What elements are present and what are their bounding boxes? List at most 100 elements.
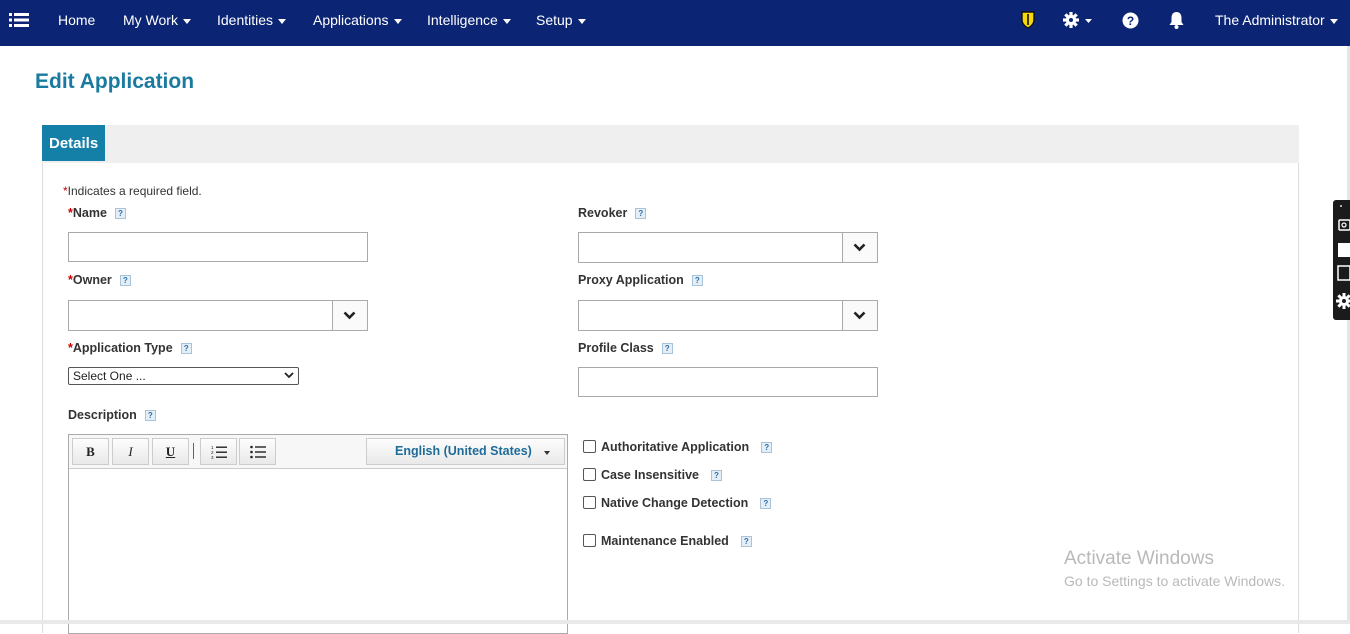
horizontal-scrollbar[interactable] [0,620,1350,624]
maintenance-enabled-checkbox[interactable]: Maintenance Enabled? [583,534,752,548]
side-toolbar [1333,200,1350,320]
owner-dropdown-button[interactable] [332,301,367,330]
nav-setup-label: Setup [536,12,573,28]
user-name: The Administrator [1215,12,1325,28]
tab-details[interactable]: Details [42,125,105,161]
chevron-down-icon [544,451,550,455]
bell-icon[interactable] [1168,11,1185,35]
help-icon[interactable]: ? [760,498,771,509]
language-selected: English (United States) [395,444,532,458]
activation-watermark-title: Activate Windows [1064,548,1214,570]
proxy-application-label-text: Proxy Application [578,273,684,287]
user-menu[interactable]: The Administrator [1215,12,1338,28]
description-label: Description? [68,408,156,422]
revoker-combo [578,232,878,263]
nav-intelligence[interactable]: Intelligence [427,12,511,28]
help-icon[interactable]: ? [145,410,156,421]
required-note-text: Indicates a required field. [68,184,202,198]
nav-setup[interactable]: Setup [536,12,586,28]
profile-class-input[interactable] [578,367,878,397]
native-change-detection-label: Native Change Detection [601,496,748,510]
case-insensitive-checkbox[interactable]: Case Insensitive? [583,468,722,482]
revoker-dropdown-button[interactable] [842,233,877,262]
svg-text:?: ? [1127,14,1134,28]
help-icon[interactable]: ? [115,208,126,219]
help-icon[interactable]: ? [181,343,192,354]
native-change-detection-checkbox[interactable]: Native Change Detection? [583,496,771,510]
help-icon[interactable]: ? [711,470,722,481]
chevron-down-icon [853,243,866,252]
name-label: *Name? [68,206,126,220]
nav-applications[interactable]: Applications [313,12,402,28]
bold-button[interactable]: B [72,438,109,465]
page-title: Edit Application [35,70,194,94]
checkbox-box[interactable] [583,440,596,453]
owner-label-text: Owner [73,273,112,287]
chevron-down-icon [343,311,356,320]
svg-text:3: 3 [211,455,214,459]
chevron-down-icon [278,19,286,24]
help-icon[interactable]: ? [761,442,772,453]
underline-button[interactable]: U [152,438,189,465]
help-icon[interactable]: ? [741,536,752,547]
profile-class-label: Profile Class? [578,341,673,355]
required-note: *Indicates a required field. [63,184,202,198]
proxy-application-input[interactable] [579,301,842,330]
authoritative-application-label: Authoritative Application [601,440,749,454]
description-text-area[interactable] [69,470,567,633]
proxy-application-combo [578,300,878,331]
chevron-down-icon [1330,19,1338,24]
application-type-label: *Application Type? [68,341,192,355]
gear-icon [1336,293,1350,309]
revoker-label-text: Revoker [578,206,627,220]
checkbox-box[interactable] [583,534,596,547]
help-icon[interactable]: ? [662,343,673,354]
chevron-down-icon [183,19,191,24]
camera-icon [1339,220,1350,230]
application-type-label-text: Application Type [73,341,173,355]
toolbar-divider [193,443,194,459]
name-label-text: Name [73,206,107,220]
revoker-label: Revoker? [578,206,646,220]
help-icon[interactable]: ? [120,275,131,286]
gear-icon[interactable] [1063,12,1093,35]
name-input[interactable] [68,232,368,262]
bullet-list-icon [250,445,266,459]
checkbox-box[interactable] [583,496,596,509]
help-icon[interactable]: ? [1122,12,1139,34]
nav-my-work-label: My Work [123,12,178,28]
menu-icon[interactable] [9,12,29,28]
help-icon[interactable]: ? [692,275,703,286]
italic-button[interactable]: I [112,438,149,465]
activation-watermark-subtitle: Go to Settings to activate Windows. [1064,573,1285,589]
authoritative-application-checkbox[interactable]: Authoritative Application? [583,440,772,454]
maintenance-enabled-label: Maintenance Enabled [601,534,729,548]
description-editor: B I U 123 English (United States) [68,434,568,634]
proxy-application-dropdown-button[interactable] [842,301,877,330]
revoker-input[interactable] [579,233,842,262]
shield-icon[interactable] [1021,11,1035,34]
owner-input[interactable] [69,301,332,330]
help-icon[interactable]: ? [635,208,646,219]
chevron-down-icon [503,19,511,24]
chevron-down-icon [394,19,402,24]
chevron-down-icon [578,19,586,24]
ordered-list-button[interactable]: 123 [200,438,237,465]
case-insensitive-label: Case Insensitive [601,468,699,482]
editor-toolbar: B I U 123 English (United States) [69,435,567,469]
nav-identities[interactable]: Identities [217,12,286,28]
language-dropdown[interactable]: English (United States) [366,438,565,465]
description-label-text: Description [68,408,137,422]
nav-my-work[interactable]: My Work [123,12,191,28]
bullet-list-button[interactable] [239,438,276,465]
application-type-select[interactable]: Select One ... [68,367,299,385]
chevron-down-icon [284,372,294,379]
application-type-selected: Select One ... [73,369,146,383]
tab-bar: Details [42,125,1299,163]
nav-home-label: Home [58,12,95,28]
nav-home[interactable]: Home [58,12,95,28]
nav-intelligence-label: Intelligence [427,12,498,28]
owner-label: *Owner? [68,273,131,287]
nav-identities-label: Identities [217,12,273,28]
checkbox-box[interactable] [583,468,596,481]
